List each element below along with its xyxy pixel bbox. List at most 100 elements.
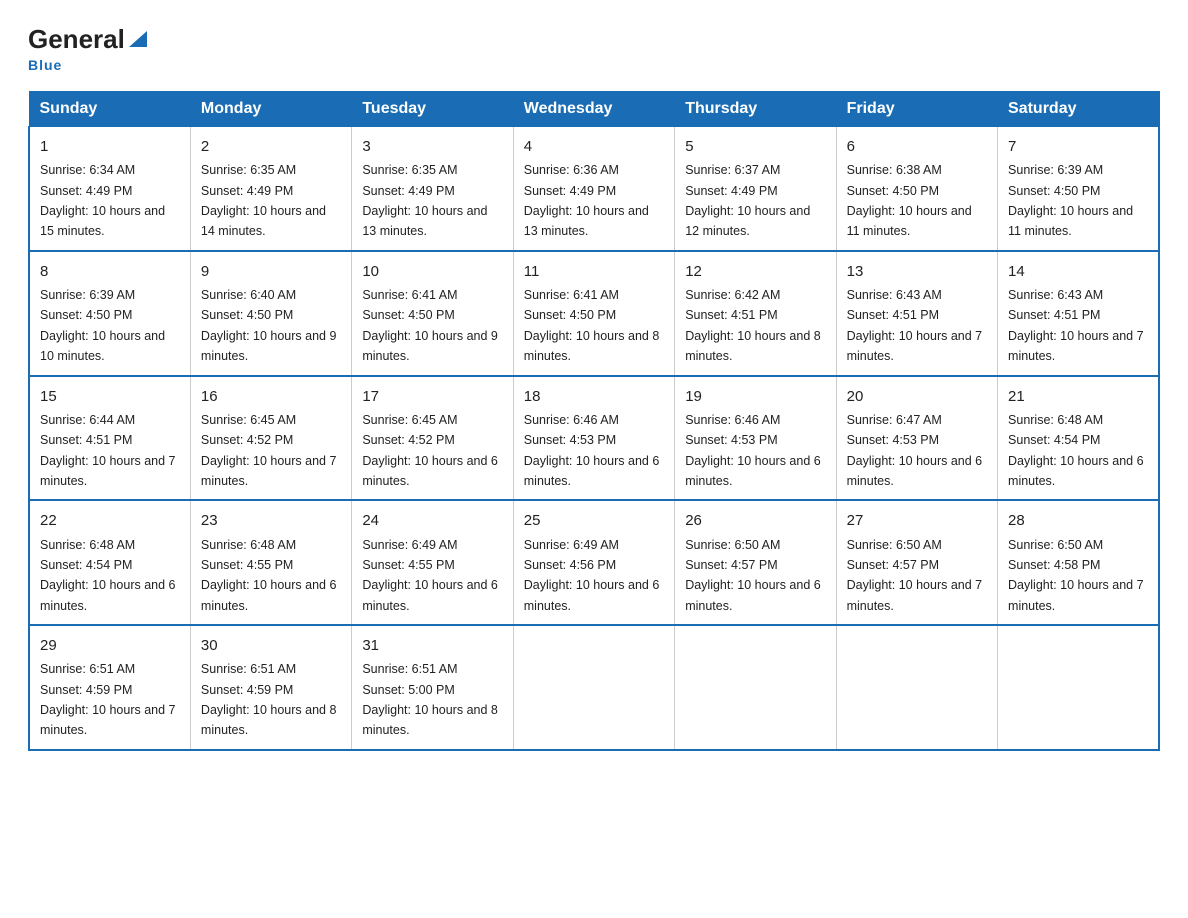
day-number: 3	[362, 135, 502, 158]
sunrise: Sunrise: 6:36 AM	[524, 163, 619, 177]
daylight: Daylight: 10 hours and 6 minutes.	[362, 578, 498, 612]
sunset: Sunset: 4:49 PM	[524, 184, 616, 198]
calendar-cell: 24Sunrise: 6:49 AMSunset: 4:55 PMDayligh…	[352, 500, 513, 625]
day-number: 31	[362, 634, 502, 657]
day-number: 20	[847, 385, 987, 408]
calendar-cell: 9Sunrise: 6:40 AMSunset: 4:50 PMDaylight…	[190, 251, 351, 376]
sunrise: Sunrise: 6:46 AM	[524, 413, 619, 427]
sunset: Sunset: 4:50 PM	[1008, 184, 1100, 198]
sunrise: Sunrise: 6:48 AM	[201, 538, 296, 552]
day-number: 10	[362, 260, 502, 283]
daylight: Daylight: 10 hours and 7 minutes.	[201, 454, 337, 488]
sunrise: Sunrise: 6:49 AM	[362, 538, 457, 552]
day-number: 12	[685, 260, 825, 283]
daylight: Daylight: 10 hours and 7 minutes.	[40, 703, 176, 737]
day-number: 8	[40, 260, 180, 283]
calendar-cell: 28Sunrise: 6:50 AMSunset: 4:58 PMDayligh…	[998, 500, 1159, 625]
daylight: Daylight: 10 hours and 14 minutes.	[201, 204, 326, 238]
daylight: Daylight: 10 hours and 7 minutes.	[847, 578, 983, 612]
calendar-cell: 31Sunrise: 6:51 AMSunset: 5:00 PMDayligh…	[352, 625, 513, 750]
calendar-cell: 17Sunrise: 6:45 AMSunset: 4:52 PMDayligh…	[352, 376, 513, 501]
logo-blue: Blue	[28, 57, 62, 73]
sunrise: Sunrise: 6:34 AM	[40, 163, 135, 177]
calendar-cell: 3Sunrise: 6:35 AMSunset: 4:49 PMDaylight…	[352, 127, 513, 251]
daylight: Daylight: 10 hours and 6 minutes.	[1008, 454, 1144, 488]
calendar-table: SundayMondayTuesdayWednesdayThursdayFrid…	[28, 91, 1160, 751]
calendar-cell: 16Sunrise: 6:45 AMSunset: 4:52 PMDayligh…	[190, 376, 351, 501]
sunrise: Sunrise: 6:43 AM	[1008, 288, 1103, 302]
calendar-cell: 2Sunrise: 6:35 AMSunset: 4:49 PMDaylight…	[190, 127, 351, 251]
sunrise: Sunrise: 6:51 AM	[362, 662, 457, 676]
weekday-header-wednesday: Wednesday	[513, 92, 674, 127]
sunrise: Sunrise: 6:39 AM	[40, 288, 135, 302]
sunset: Sunset: 4:51 PM	[685, 308, 777, 322]
calendar-cell: 8Sunrise: 6:39 AMSunset: 4:50 PMDaylight…	[29, 251, 190, 376]
day-number: 6	[847, 135, 987, 158]
daylight: Daylight: 10 hours and 6 minutes.	[201, 578, 337, 612]
sunset: Sunset: 4:50 PM	[201, 308, 293, 322]
daylight: Daylight: 10 hours and 12 minutes.	[685, 204, 810, 238]
sunrise: Sunrise: 6:48 AM	[1008, 413, 1103, 427]
weekday-header-sunday: Sunday	[29, 92, 190, 127]
daylight: Daylight: 10 hours and 7 minutes.	[1008, 578, 1144, 612]
sunset: Sunset: 4:51 PM	[40, 433, 132, 447]
calendar-cell: 7 Sunrise: 6:39 AM Sunset: 4:50 PM Daylight…	[998, 127, 1159, 251]
sunrise: Sunrise: 6:39 AM	[1008, 163, 1103, 177]
daylight: Daylight: 10 hours and 9 minutes.	[201, 329, 337, 363]
calendar-cell: 30Sunrise: 6:51 AMSunset: 4:59 PMDayligh…	[190, 625, 351, 750]
calendar-week-5: 29 Sunrise: 6:51 AM Sunset: 4:59 PM Dayligh…	[29, 625, 1159, 750]
logo: General Blue	[28, 24, 149, 73]
sunrise: Sunrise: 6:45 AM	[362, 413, 457, 427]
day-number: 24	[362, 509, 502, 532]
sunset: Sunset: 4:54 PM	[1008, 433, 1100, 447]
logo-general: General	[28, 24, 125, 55]
sunset: Sunset: 4:59 PM	[201, 683, 293, 697]
day-number: 21	[1008, 385, 1148, 408]
daylight: Daylight: 10 hours and 6 minutes.	[847, 454, 983, 488]
sunrise: Sunrise: 6:40 AM	[201, 288, 296, 302]
header-row: SundayMondayTuesdayWednesdayThursdayFrid…	[29, 92, 1159, 127]
sunset: Sunset: 4:54 PM	[40, 558, 132, 572]
calendar-cell: 19Sunrise: 6:46 AMSunset: 4:53 PMDayligh…	[675, 376, 836, 501]
day-number: 11	[524, 260, 664, 283]
day-number: 26	[685, 509, 825, 532]
sunset: Sunset: 4:50 PM	[847, 184, 939, 198]
daylight: Daylight: 10 hours and 13 minutes.	[362, 204, 487, 238]
sunset: Sunset: 4:58 PM	[1008, 558, 1100, 572]
sunset: Sunset: 4:50 PM	[40, 308, 132, 322]
sunset: Sunset: 4:49 PM	[685, 184, 777, 198]
day-number: 7	[1008, 135, 1148, 158]
daylight: Daylight: 10 hours and 8 minutes.	[685, 329, 821, 363]
sunrise: Sunrise: 6:50 AM	[847, 538, 942, 552]
calendar-cell: 1Sunrise: 6:34 AMSunset: 4:49 PMDaylight…	[29, 127, 190, 251]
daylight: Daylight: 10 hours and 11 minutes.	[847, 204, 972, 238]
day-number: 29	[40, 634, 180, 657]
calendar-cell: 27 Sunrise: 6:50 AM Sunset: 4:57 PM Dayligh…	[836, 500, 997, 625]
calendar-cell: 15Sunrise: 6:44 AMSunset: 4:51 PMDayligh…	[29, 376, 190, 501]
daylight: Daylight: 10 hours and 6 minutes.	[362, 454, 498, 488]
daylight: Daylight: 10 hours and 15 minutes.	[40, 204, 165, 238]
calendar-cell: 23Sunrise: 6:48 AMSunset: 4:55 PMDayligh…	[190, 500, 351, 625]
calendar-cell	[836, 625, 997, 750]
sunset: Sunset: 4:49 PM	[201, 184, 293, 198]
calendar-week-1: 1Sunrise: 6:34 AMSunset: 4:49 PMDaylight…	[29, 127, 1159, 251]
sunrise: Sunrise: 6:44 AM	[40, 413, 135, 427]
sunset: Sunset: 4:53 PM	[685, 433, 777, 447]
sunset: Sunset: 4:57 PM	[847, 558, 939, 572]
calendar-cell: 29Sunrise: 6:51 AMSunset: 4:59 PMDayligh…	[29, 625, 190, 750]
calendar-cell: 13Sunrise: 6:43 AMSunset: 4:51 PMDayligh…	[836, 251, 997, 376]
day-number: 25	[524, 509, 664, 532]
weekday-header-monday: Monday	[190, 92, 351, 127]
sunrise: Sunrise: 6:35 AM	[362, 163, 457, 177]
sunrise: Sunrise: 6:50 AM	[1008, 538, 1103, 552]
sunset: Sunset: 4:50 PM	[362, 308, 454, 322]
daylight: Daylight: 10 hours and 6 minutes.	[40, 578, 176, 612]
calendar-week-3: 15Sunrise: 6:44 AMSunset: 4:51 PMDayligh…	[29, 376, 1159, 501]
sunrise: Sunrise: 6:45 AM	[201, 413, 296, 427]
sunset: Sunset: 4:51 PM	[1008, 308, 1100, 322]
day-number: 27	[847, 509, 987, 532]
sunset: Sunset: 4:50 PM	[524, 308, 616, 322]
calendar-cell: 26Sunrise: 6:50 AMSunset: 4:57 PMDayligh…	[675, 500, 836, 625]
daylight: Daylight: 10 hours and 11 minutes.	[1008, 204, 1133, 238]
day-number: 19	[685, 385, 825, 408]
